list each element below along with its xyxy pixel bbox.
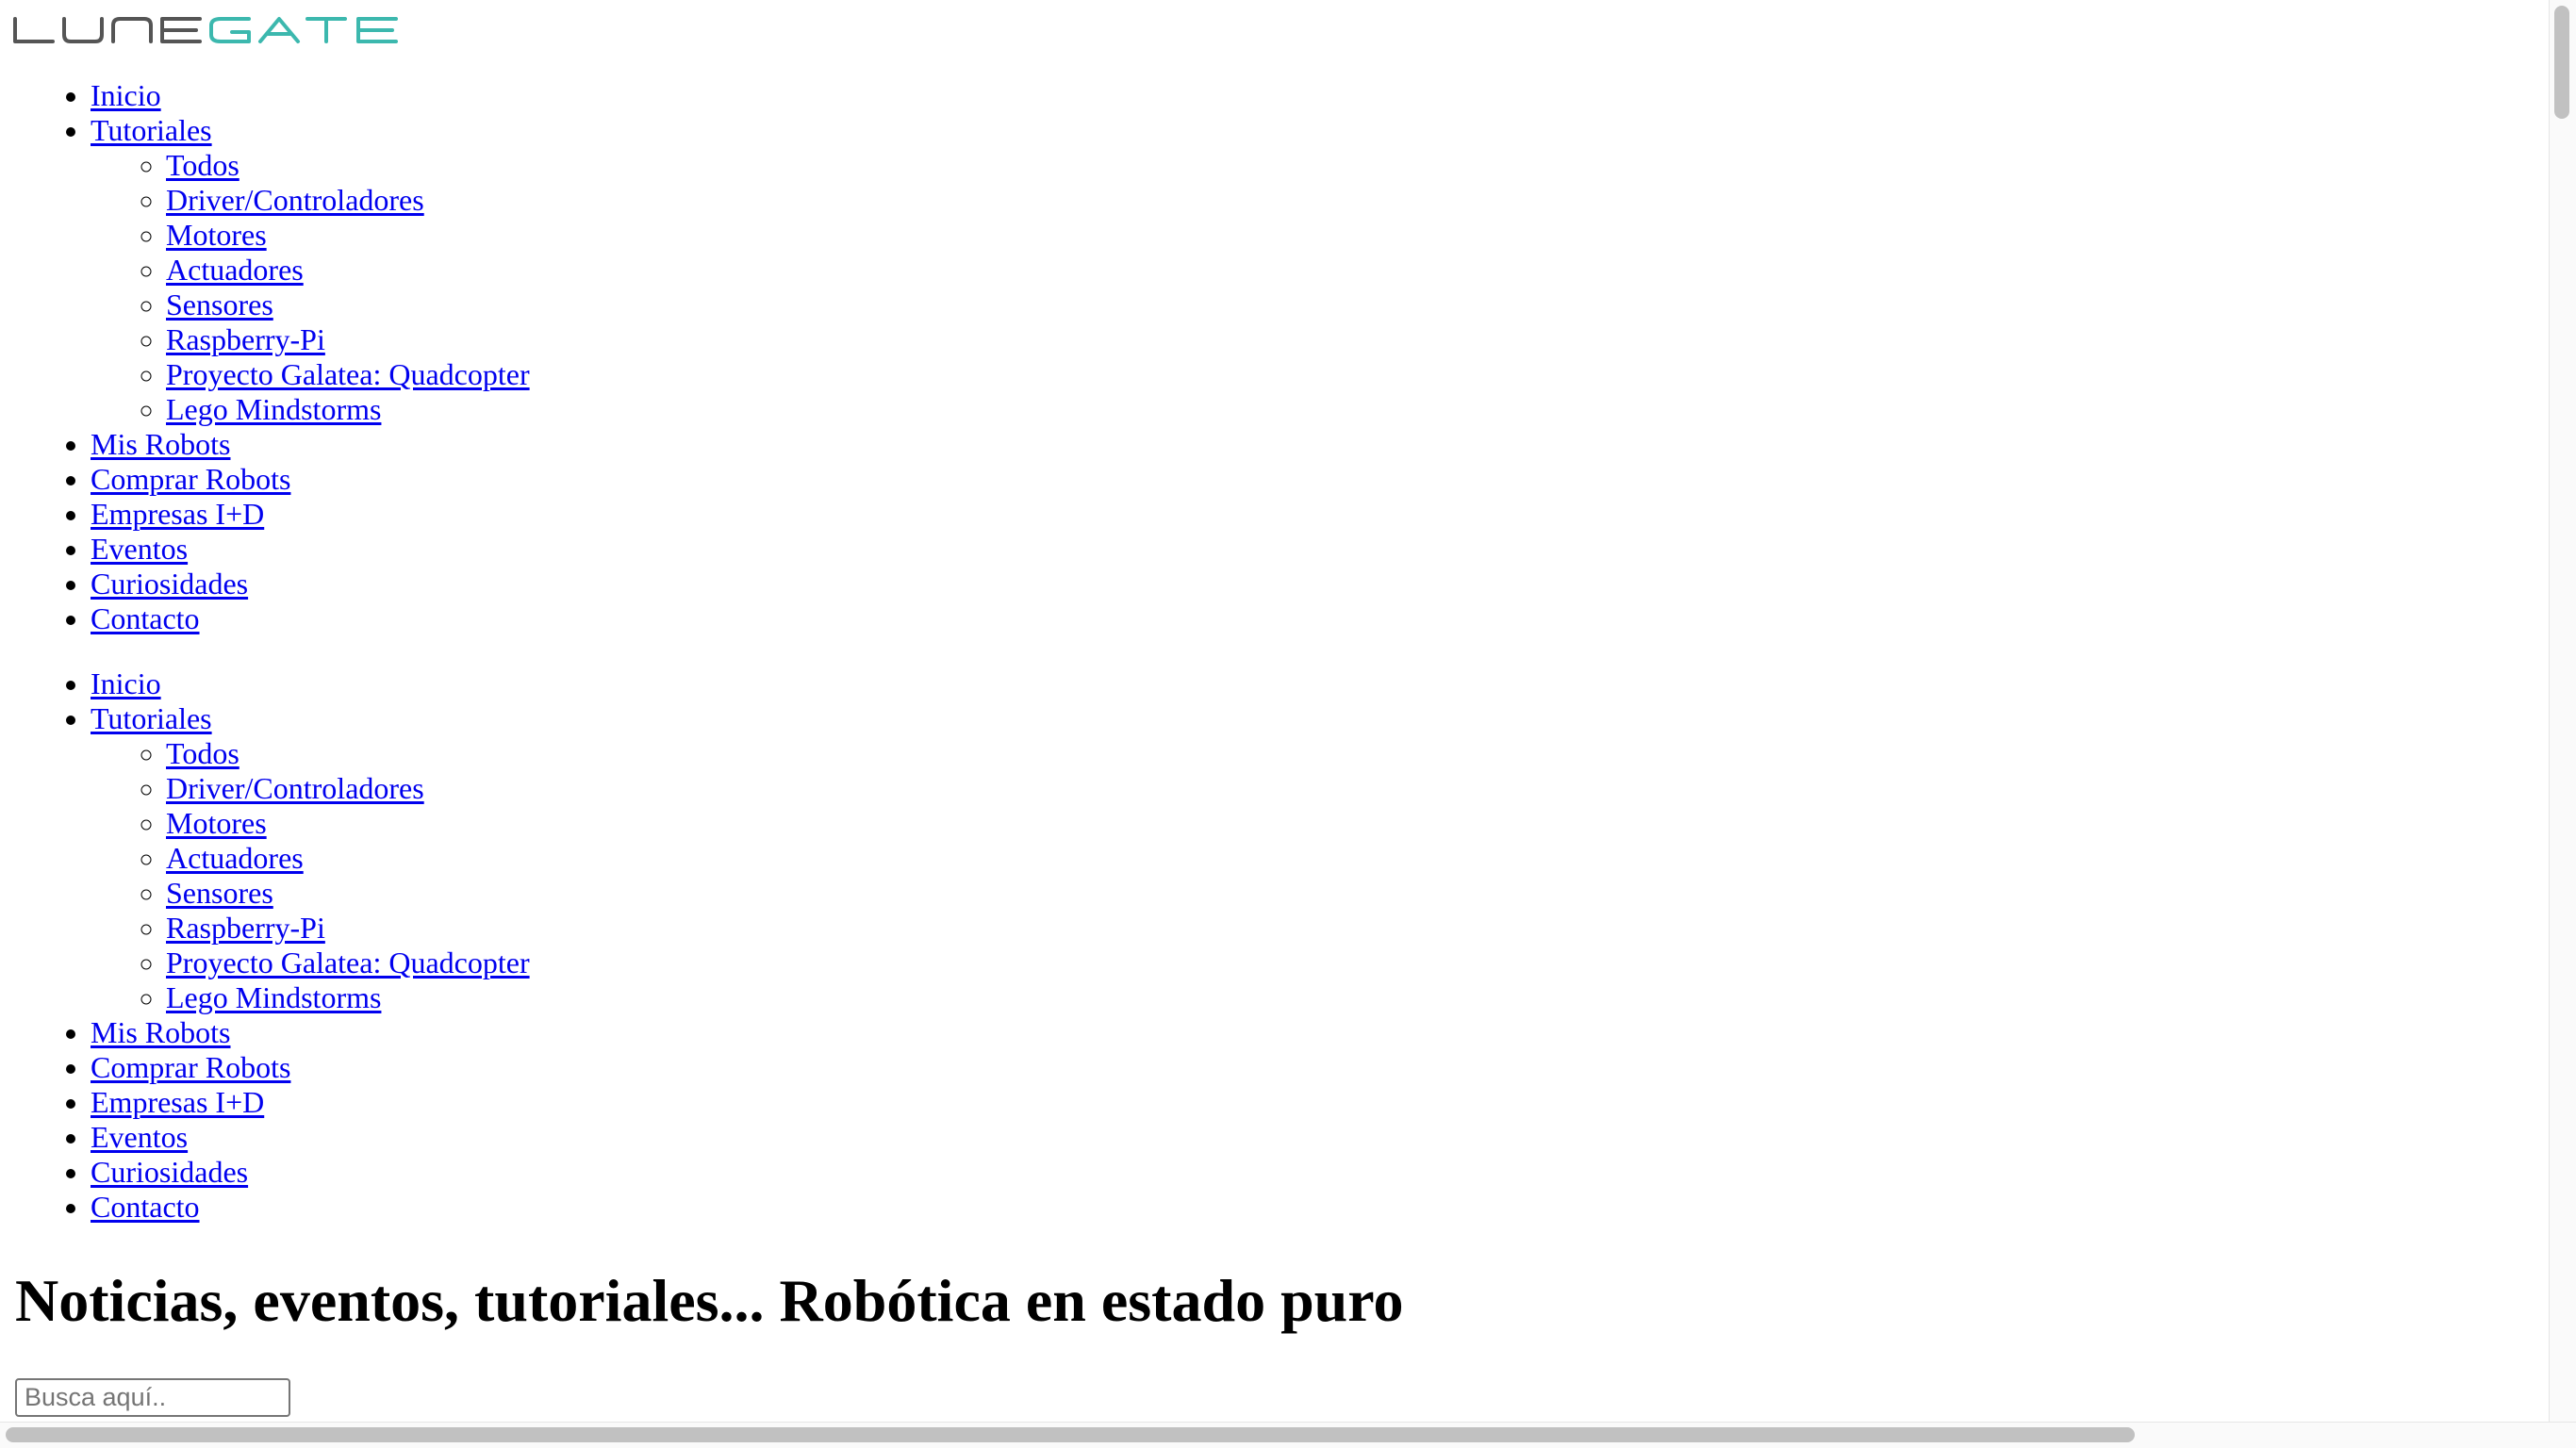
menu-item-empresas: Empresas I+D [91,497,530,532]
vertical-scrollbar[interactable] [2549,0,2576,1422]
submenu-item-drivers: Driver/Controladores [166,771,530,806]
submenu-item-galatea: Proyecto Galatea: Quadcopter [166,357,530,392]
logo-gate-part [209,17,398,43]
submenu-link-raspberry-pi[interactable]: Raspberry-Pi [166,322,325,356]
search-input[interactable] [15,1378,290,1417]
menu-link-tutoriales[interactable]: Tutoriales [91,113,212,147]
submenu-item-todos: Todos [166,736,530,771]
menu-item-comprar-robots: Comprar Robots [91,1050,530,1085]
menu-link-comprar-robots[interactable]: Comprar Robots [91,1050,290,1084]
submenu-link-lego[interactable]: Lego Mindstorms [166,980,381,1014]
horizontal-scrollbar-thumb[interactable] [6,1427,2135,1442]
page-viewport: Inicio Tutoriales Todos Driver/Controlad… [0,0,2549,1422]
menu-item-tutoriales: Tutoriales Todos Driver/Controladores Mo… [91,113,530,427]
tutoriales-submenu: Todos Driver/Controladores Motores Actua… [91,148,530,427]
submenu-link-motores[interactable]: Motores [166,806,267,840]
menu-item-contacto: Contacto [91,1190,530,1225]
submenu-link-galatea[interactable]: Proyecto Galatea: Quadcopter [166,946,530,979]
vertical-scrollbar-thumb[interactable] [2554,6,2569,119]
submenu-item-motores: Motores [166,806,530,841]
submenu-link-sensores[interactable]: Sensores [166,876,273,910]
menu-link-mis-robots[interactable]: Mis Robots [91,427,230,461]
tutoriales-submenu: Todos Driver/Controladores Motores Actua… [91,736,530,1015]
submenu-link-actuadores[interactable]: Actuadores [166,253,304,287]
menu-item-eventos: Eventos [91,532,530,567]
menu-link-empresas[interactable]: Empresas I+D [91,1085,264,1119]
menu-link-empresas[interactable]: Empresas I+D [91,497,264,531]
menu-item-contacto: Contacto [91,601,530,636]
menu-link-eventos[interactable]: Eventos [91,532,188,566]
lunegate-logo-wordmark [13,17,398,43]
primary-nav-menu: Inicio Tutoriales Todos Driver/Controlad… [0,78,530,636]
menu-link-mis-robots[interactable]: Mis Robots [91,1015,230,1049]
submenu-item-actuadores: Actuadores [166,841,530,876]
menu-item-tutoriales: Tutoriales Todos Driver/Controladores Mo… [91,701,530,1015]
submenu-item-galatea: Proyecto Galatea: Quadcopter [166,946,530,980]
submenu-item-sensores: Sensores [166,876,530,911]
menu-link-eventos[interactable]: Eventos [91,1120,188,1154]
submenu-link-drivers[interactable]: Driver/Controladores [166,771,424,805]
submenu-link-actuadores[interactable]: Actuadores [166,841,304,875]
menu-item-empresas: Empresas I+D [91,1085,530,1120]
site-tagline: Noticias, eventos, tutoriales... Robótic… [15,1267,1404,1334]
menu-link-comprar-robots[interactable]: Comprar Robots [91,462,290,496]
menu-item-comprar-robots: Comprar Robots [91,462,530,497]
menu-link-inicio[interactable]: Inicio [91,666,161,700]
menu-item-mis-robots: Mis Robots [91,1015,530,1050]
submenu-item-todos: Todos [166,148,530,183]
menu-link-inicio[interactable]: Inicio [91,78,161,112]
submenu-item-sensores: Sensores [166,288,530,322]
submenu-item-lego: Lego Mindstorms [166,980,530,1015]
menu-link-tutoriales[interactable]: Tutoriales [91,701,212,735]
menu-item-eventos: Eventos [91,1120,530,1155]
submenu-link-sensores[interactable]: Sensores [166,288,273,321]
menu-link-contacto[interactable]: Contacto [91,1190,200,1224]
submenu-link-todos[interactable]: Todos [166,148,239,182]
submenu-link-raspberry-pi[interactable]: Raspberry-Pi [166,911,325,945]
submenu-link-todos[interactable]: Todos [166,736,239,770]
menu-link-curiosidades[interactable]: Curiosidades [91,567,248,601]
menu-link-curiosidades[interactable]: Curiosidades [91,1155,248,1189]
submenu-link-motores[interactable]: Motores [166,218,267,252]
submenu-item-actuadores: Actuadores [166,253,530,288]
menu-item-curiosidades: Curiosidades [91,567,530,601]
submenu-item-drivers: Driver/Controladores [166,183,530,218]
submenu-item-raspberry-pi: Raspberry-Pi [166,911,530,946]
menu-item-mis-robots: Mis Robots [91,427,530,462]
menu-item-curiosidades: Curiosidades [91,1155,530,1190]
menu-item-inicio: Inicio [91,666,530,701]
logo-lune-part [13,17,202,43]
submenu-item-motores: Motores [166,218,530,253]
submenu-item-raspberry-pi: Raspberry-Pi [166,322,530,357]
site-logo[interactable] [11,11,407,49]
submenu-item-lego: Lego Mindstorms [166,392,530,427]
secondary-nav-menu: Inicio Tutoriales Todos Driver/Controlad… [0,666,530,1225]
submenu-link-drivers[interactable]: Driver/Controladores [166,183,424,217]
submenu-link-lego[interactable]: Lego Mindstorms [166,392,381,426]
menu-item-inicio: Inicio [91,78,530,113]
menu-link-contacto[interactable]: Contacto [91,601,200,635]
submenu-link-galatea[interactable]: Proyecto Galatea: Quadcopter [166,357,530,391]
